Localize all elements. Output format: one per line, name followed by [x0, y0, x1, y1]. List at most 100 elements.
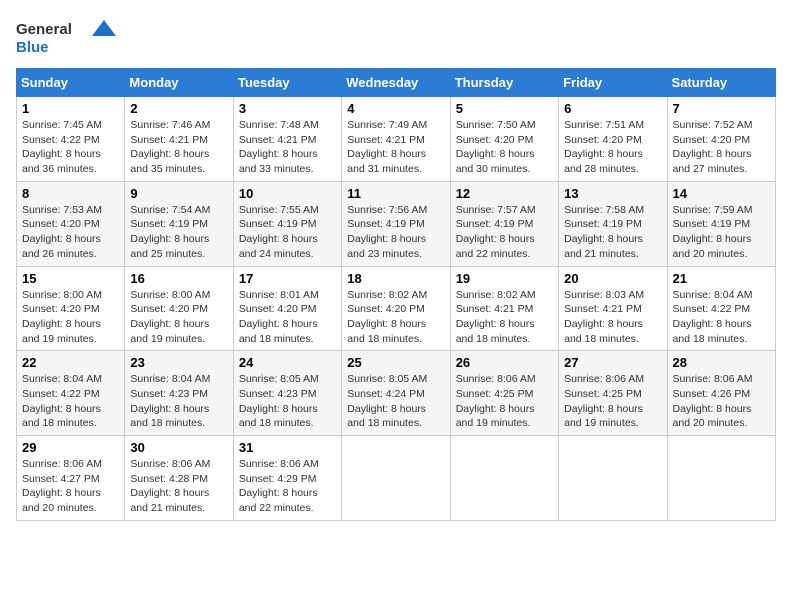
day-number: 17	[239, 271, 336, 286]
day-number: 29	[22, 440, 119, 455]
weekday-header-friday: Friday	[559, 69, 667, 97]
weekday-header-wednesday: Wednesday	[342, 69, 450, 97]
weekday-header-tuesday: Tuesday	[233, 69, 341, 97]
day-info: Sunrise: 8:02 AMSunset: 4:21 PMDaylight:…	[456, 288, 553, 347]
svg-text:Blue: Blue	[16, 39, 49, 56]
day-info: Sunrise: 7:55 AMSunset: 4:19 PMDaylight:…	[239, 203, 336, 262]
calendar-cell: 28 Sunrise: 8:06 AMSunset: 4:26 PMDayligh…	[667, 351, 775, 436]
calendar-cell: 8 Sunrise: 7:53 AMSunset: 4:20 PMDaylight…	[17, 181, 125, 266]
day-number: 1	[22, 101, 119, 116]
calendar-cell: 19 Sunrise: 8:02 AMSunset: 4:21 PMDayligh…	[450, 266, 558, 351]
day-number: 4	[347, 101, 444, 116]
day-info: Sunrise: 7:48 AMSunset: 4:21 PMDaylight:…	[239, 118, 336, 177]
day-number: 10	[239, 186, 336, 201]
day-number: 19	[456, 271, 553, 286]
day-info: Sunrise: 7:54 AMSunset: 4:19 PMDaylight:…	[130, 203, 227, 262]
day-number: 7	[673, 101, 770, 116]
day-info: Sunrise: 7:52 AMSunset: 4:20 PMDaylight:…	[673, 118, 770, 177]
calendar-cell: 22 Sunrise: 8:04 AMSunset: 4:22 PMDayligh…	[17, 351, 125, 436]
day-info: Sunrise: 8:06 AMSunset: 4:28 PMDaylight:…	[130, 457, 227, 516]
day-number: 25	[347, 355, 444, 370]
day-info: Sunrise: 7:56 AMSunset: 4:19 PMDaylight:…	[347, 203, 444, 262]
calendar-week-5: 29 Sunrise: 8:06 AMSunset: 4:27 PMDayligh…	[17, 436, 776, 521]
calendar-cell: 23 Sunrise: 8:04 AMSunset: 4:23 PMDayligh…	[125, 351, 233, 436]
svg-text:General: General	[16, 21, 72, 38]
calendar-cell: 2 Sunrise: 7:46 AMSunset: 4:21 PMDaylight…	[125, 97, 233, 182]
day-number: 30	[130, 440, 227, 455]
day-info: Sunrise: 8:03 AMSunset: 4:21 PMDaylight:…	[564, 288, 661, 347]
day-info: Sunrise: 8:02 AMSunset: 4:20 PMDaylight:…	[347, 288, 444, 347]
calendar-cell: 24Sunrise: 8:05 AMSunset: 4:23 PMDayligh…	[233, 351, 341, 436]
generalblue-logo: General Blue	[16, 16, 116, 58]
day-number: 27	[564, 355, 661, 370]
calendar-cell: 12Sunrise: 7:57 AMSunset: 4:19 PMDayligh…	[450, 181, 558, 266]
day-info: Sunrise: 7:49 AMSunset: 4:21 PMDaylight:…	[347, 118, 444, 177]
calendar-week-2: 8 Sunrise: 7:53 AMSunset: 4:20 PMDaylight…	[17, 181, 776, 266]
calendar-cell: 27 Sunrise: 8:06 AMSunset: 4:25 PMDayligh…	[559, 351, 667, 436]
day-info: Sunrise: 8:06 AMSunset: 4:29 PMDaylight:…	[239, 457, 336, 516]
day-number: 24	[239, 355, 336, 370]
day-number: 5	[456, 101, 553, 116]
day-number: 23	[130, 355, 227, 370]
calendar-cell	[342, 436, 450, 521]
calendar-cell: 30 Sunrise: 8:06 AMSunset: 4:28 PMDayligh…	[125, 436, 233, 521]
logo: General Blue	[16, 16, 116, 58]
day-info: Sunrise: 8:00 AMSunset: 4:20 PMDaylight:…	[22, 288, 119, 347]
day-info: Sunrise: 7:50 AMSunset: 4:20 PMDaylight:…	[456, 118, 553, 177]
weekday-header-monday: Monday	[125, 69, 233, 97]
day-info: Sunrise: 7:53 AMSunset: 4:20 PMDaylight:…	[22, 203, 119, 262]
calendar-cell: 26Sunrise: 8:06 AMSunset: 4:25 PMDayligh…	[450, 351, 558, 436]
day-number: 6	[564, 101, 661, 116]
day-number: 9	[130, 186, 227, 201]
calendar-cell	[667, 436, 775, 521]
day-info: Sunrise: 8:05 AMSunset: 4:24 PMDaylight:…	[347, 372, 444, 431]
calendar-cell: 14Sunrise: 7:59 AMSunset: 4:19 PMDayligh…	[667, 181, 775, 266]
calendar-cell: 16Sunrise: 8:00 AMSunset: 4:20 PMDayligh…	[125, 266, 233, 351]
day-info: Sunrise: 8:04 AMSunset: 4:22 PMDaylight:…	[22, 372, 119, 431]
day-info: Sunrise: 8:06 AMSunset: 4:26 PMDaylight:…	[673, 372, 770, 431]
calendar-cell: 11 Sunrise: 7:56 AMSunset: 4:19 PMDayligh…	[342, 181, 450, 266]
day-number: 21	[673, 271, 770, 286]
calendar-cell: 10 Sunrise: 7:55 AMSunset: 4:19 PMDayligh…	[233, 181, 341, 266]
calendar-table: SundayMondayTuesdayWednesdayThursdayFrid…	[16, 68, 776, 521]
weekday-header-saturday: Saturday	[667, 69, 775, 97]
day-number: 2	[130, 101, 227, 116]
calendar-week-3: 15 Sunrise: 8:00 AMSunset: 4:20 PMDayligh…	[17, 266, 776, 351]
day-info: Sunrise: 8:01 AMSunset: 4:20 PMDaylight:…	[239, 288, 336, 347]
calendar-week-1: 1Sunrise: 7:45 AMSunset: 4:22 PMDaylight…	[17, 97, 776, 182]
day-number: 13	[564, 186, 661, 201]
day-info: Sunrise: 8:04 AMSunset: 4:22 PMDaylight:…	[673, 288, 770, 347]
day-number: 31	[239, 440, 336, 455]
calendar-cell: 29 Sunrise: 8:06 AMSunset: 4:27 PMDayligh…	[17, 436, 125, 521]
calendar-cell: 25 Sunrise: 8:05 AMSunset: 4:24 PMDayligh…	[342, 351, 450, 436]
calendar-cell: 1Sunrise: 7:45 AMSunset: 4:22 PMDaylight…	[17, 97, 125, 182]
day-info: Sunrise: 8:06 AMSunset: 4:25 PMDaylight:…	[564, 372, 661, 431]
calendar-cell: 20Sunrise: 8:03 AMSunset: 4:21 PMDayligh…	[559, 266, 667, 351]
calendar-cell: 15 Sunrise: 8:00 AMSunset: 4:20 PMDayligh…	[17, 266, 125, 351]
day-info: Sunrise: 8:06 AMSunset: 4:25 PMDaylight:…	[456, 372, 553, 431]
day-info: Sunrise: 8:00 AMSunset: 4:20 PMDaylight:…	[130, 288, 227, 347]
day-number: 18	[347, 271, 444, 286]
day-info: Sunrise: 8:04 AMSunset: 4:23 PMDaylight:…	[130, 372, 227, 431]
day-number: 14	[673, 186, 770, 201]
calendar-cell: 7 Sunrise: 7:52 AMSunset: 4:20 PMDaylight…	[667, 97, 775, 182]
weekday-header-thursday: Thursday	[450, 69, 558, 97]
day-number: 28	[673, 355, 770, 370]
calendar-cell: 18 Sunrise: 8:02 AMSunset: 4:20 PMDayligh…	[342, 266, 450, 351]
day-info: Sunrise: 7:58 AMSunset: 4:19 PMDaylight:…	[564, 203, 661, 262]
calendar-cell: 3Sunrise: 7:48 AMSunset: 4:21 PMDaylight…	[233, 97, 341, 182]
page-header: General Blue	[16, 16, 776, 58]
calendar-cell: 5 Sunrise: 7:50 AMSunset: 4:20 PMDaylight…	[450, 97, 558, 182]
weekday-header-row: SundayMondayTuesdayWednesdayThursdayFrid…	[17, 69, 776, 97]
calendar-cell: 4 Sunrise: 7:49 AMSunset: 4:21 PMDaylight…	[342, 97, 450, 182]
day-number: 11	[347, 186, 444, 201]
calendar-cell: 31 Sunrise: 8:06 AMSunset: 4:29 PMDayligh…	[233, 436, 341, 521]
day-number: 15	[22, 271, 119, 286]
calendar-cell: 21 Sunrise: 8:04 AMSunset: 4:22 PMDayligh…	[667, 266, 775, 351]
calendar-cell: 6Sunrise: 7:51 AMSunset: 4:20 PMDaylight…	[559, 97, 667, 182]
day-number: 8	[22, 186, 119, 201]
day-number: 22	[22, 355, 119, 370]
calendar-cell: 13 Sunrise: 7:58 AMSunset: 4:19 PMDayligh…	[559, 181, 667, 266]
day-info: Sunrise: 7:46 AMSunset: 4:21 PMDaylight:…	[130, 118, 227, 177]
day-info: Sunrise: 8:06 AMSunset: 4:27 PMDaylight:…	[22, 457, 119, 516]
